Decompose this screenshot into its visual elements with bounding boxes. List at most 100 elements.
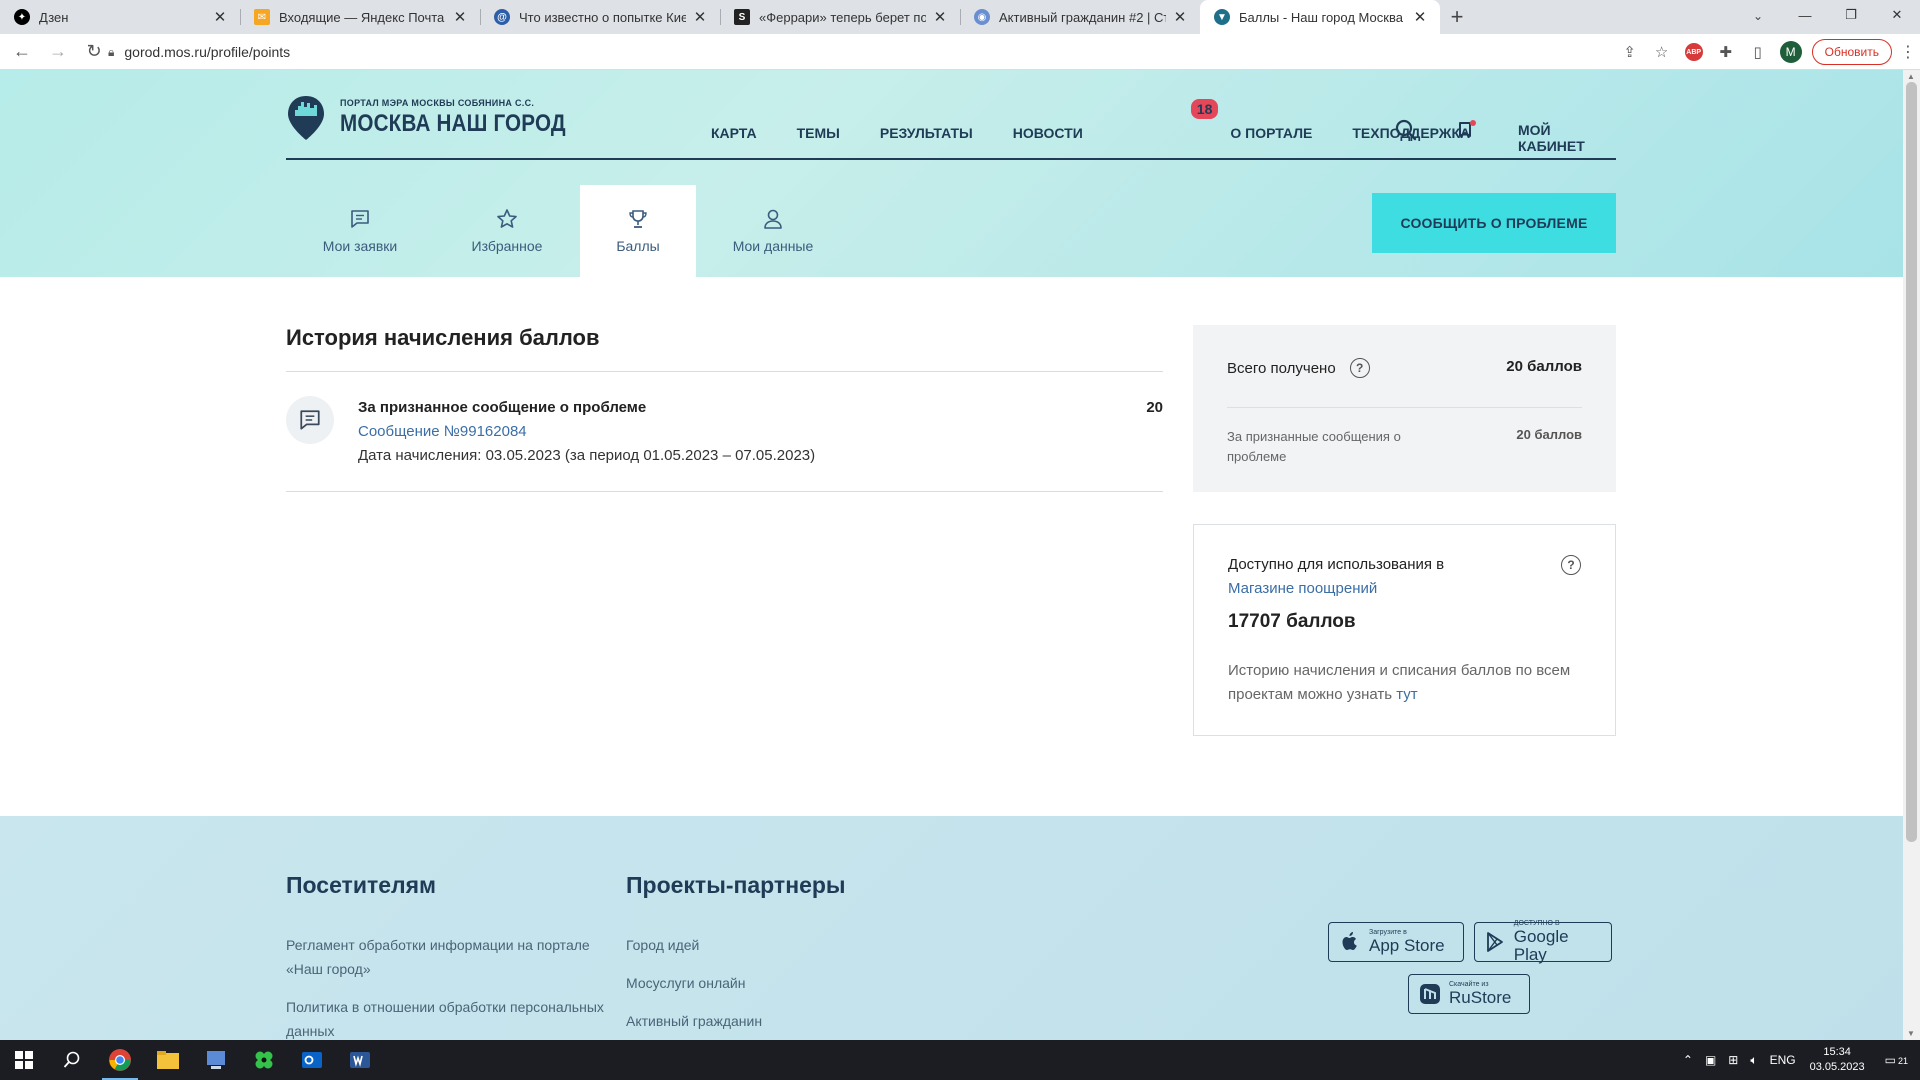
browser-tab-dzen[interactable]: ✦ Дзен ✕: [0, 0, 240, 34]
extensions-icon[interactable]: ✚: [1710, 38, 1742, 66]
total-received-label: Всего получено ?: [1227, 358, 1370, 378]
side-panel-icon[interactable]: ▯: [1742, 38, 1774, 66]
share-icon[interactable]: ⇪: [1614, 38, 1646, 66]
browser-tab-news[interactable]: @ Что известно о попытке Киева у ✕: [480, 0, 720, 34]
taskbar-search-icon[interactable]: [48, 1040, 96, 1080]
close-icon[interactable]: ✕: [932, 8, 948, 26]
file-explorer-icon[interactable]: [144, 1040, 192, 1080]
new-tab-button[interactable]: +: [1440, 0, 1474, 34]
profile-avatar[interactable]: M: [1779, 41, 1802, 63]
points-history: История начисления баллов За признанное …: [286, 325, 1163, 492]
google-play-badge[interactable]: ДОСТУПНО В Google Play: [1474, 920, 1612, 964]
menu-icon[interactable]: ⋮: [1896, 42, 1920, 62]
footer-link[interactable]: Политика в отношении обработки персональ…: [286, 995, 606, 1040]
nav-about[interactable]: О ПОРТАЛЕ: [1230, 125, 1312, 141]
tab-my-requests[interactable]: Мои заявки: [286, 185, 434, 277]
language-indicator[interactable]: ENG: [1770, 1053, 1796, 1067]
clover-app-icon[interactable]: [240, 1040, 288, 1080]
site-header: ПОРТАЛ МЭРА МОСКВЫ СОБЯНИНА С.С. МОСКВА …: [286, 70, 1616, 160]
total-received-value: 20 баллов: [1506, 358, 1582, 375]
page-viewport: ПОРТАЛ МЭРА МОСКВЫ СОБЯНИНА С.С. МОСКВА …: [0, 70, 1903, 1040]
notifications-center-icon[interactable]: ▭ 21: [1885, 1053, 1914, 1067]
network-icon[interactable]: ⊞: [1728, 1053, 1738, 1067]
close-icon[interactable]: ✕: [1412, 8, 1428, 26]
dzen-icon: ✦: [14, 9, 30, 25]
help-icon[interactable]: ?: [1561, 555, 1581, 575]
chrome-icon[interactable]: [96, 1040, 144, 1080]
rewards-shop-link[interactable]: Магазине поощрений: [1228, 580, 1377, 597]
entry-points: 20: [1146, 399, 1163, 416]
footer-link[interactable]: Активный гражданин: [626, 1009, 946, 1033]
bookmark-star-icon[interactable]: ☆: [1646, 38, 1678, 66]
lock-icon[interactable]: 🔒︎: [108, 45, 114, 60]
reload-icon[interactable]: ↻: [80, 38, 108, 66]
close-icon[interactable]: ✕: [1172, 8, 1188, 26]
tab-search-icon[interactable]: ⌄: [1746, 4, 1770, 28]
tab-my-data[interactable]: Мои данные: [696, 185, 850, 277]
nav-results[interactable]: РЕЗУЛЬТАТЫ: [880, 125, 973, 141]
help-icon[interactable]: ?: [1349, 358, 1370, 378]
scroll-thumb[interactable]: [1906, 82, 1917, 842]
browser-toolbar: ← → ↻ 🔒︎ gorod.mos.ru/profile/points ⇪ ☆…: [0, 34, 1920, 70]
rustore-icon: [1419, 983, 1441, 1005]
history-here-link[interactable]: тут: [1396, 686, 1417, 703]
search-icon[interactable]: [1394, 118, 1418, 142]
my-cabinet-link[interactable]: МОЙ КАБИНЕТ: [1518, 122, 1616, 154]
update-button[interactable]: Обновить: [1811, 39, 1892, 65]
app-store-badge[interactable]: Загрузите в App Store: [1328, 922, 1464, 962]
scroll-down-icon[interactable]: ▼: [1907, 1029, 1915, 1038]
address-bar[interactable]: 🔒︎ gorod.mos.ru/profile/points: [108, 38, 1668, 66]
forward-icon[interactable]: →: [44, 38, 72, 66]
toolbar-right: ⇪ ☆ ABP ✚ ▯ M Обновить ⋮: [1614, 38, 1920, 66]
system-tray: ⌃ ▣ ⊞ 🔈︎ ENG 15:34 03.05.2023 ▭ 21: [1677, 1040, 1920, 1080]
user-icon: [764, 209, 782, 229]
mail-icon: ✉: [254, 9, 270, 25]
nav-map[interactable]: КАРТА: [711, 125, 757, 141]
store-name: RuStore: [1449, 988, 1512, 1007]
adblock-icon[interactable]: ABP: [1678, 38, 1710, 66]
tab-title: Активный гражданин #2 | Стра: [999, 9, 1166, 25]
scroll-up-icon[interactable]: ▲: [1907, 72, 1915, 81]
close-icon[interactable]: ✕: [692, 8, 708, 26]
close-icon[interactable]: ✕: [212, 8, 228, 26]
minimize-icon[interactable]: —: [1782, 0, 1828, 30]
footer-link[interactable]: Мосуслуги онлайн: [626, 971, 946, 995]
tab-points[interactable]: Баллы: [580, 185, 696, 277]
tab-favorites[interactable]: Избранное: [434, 185, 580, 277]
volume-icon[interactable]: 🔈︎: [1750, 1053, 1757, 1068]
camera-icon[interactable]: ▣: [1705, 1053, 1716, 1067]
back-icon[interactable]: ←: [8, 38, 36, 66]
app-icon[interactable]: [192, 1040, 240, 1080]
close-window-icon[interactable]: ✕: [1874, 0, 1920, 30]
windows-start-icon[interactable]: [0, 1040, 48, 1080]
nav-topics[interactable]: ТЕМЫ: [797, 125, 840, 141]
word-icon[interactable]: [336, 1040, 384, 1080]
rustore-badge[interactable]: Скачайте из RuStore: [1408, 974, 1530, 1014]
report-problem-button[interactable]: СООБЩИТЬ О ПРОБЛЕМЕ: [1372, 193, 1616, 253]
tab-title: Дзен: [39, 9, 69, 25]
browser-tab-mail[interactable]: ✉ Входящие — Яндекс Почта ✕: [240, 0, 480, 34]
taskbar-clock[interactable]: 15:34 03.05.2023: [1810, 1045, 1865, 1075]
trophy-icon: [629, 210, 647, 228]
page-scrollbar[interactable]: ▲ ▼: [1903, 70, 1920, 1040]
outlook-icon[interactable]: [288, 1040, 336, 1080]
footer-link[interactable]: Регламент обработки информации на портал…: [286, 933, 606, 981]
browser-tab-ag[interactable]: ◉ Активный гражданин #2 | Стра ✕: [960, 0, 1200, 34]
main-nav: КАРТА ТЕМЫ РЕЗУЛЬТАТЫ НОВОСТИ 18 О ПОРТАЛ…: [711, 99, 1510, 141]
notif-count: 21: [1897, 1056, 1908, 1066]
footer-link[interactable]: Город идей: [626, 933, 946, 957]
entry-message-link[interactable]: Сообщение №99162084: [358, 423, 527, 440]
available-note: Историю начисления и списания баллов по …: [1228, 659, 1578, 707]
tab-label: Мои заявки: [322, 238, 398, 254]
apple-icon: [1339, 931, 1361, 953]
nav-news[interactable]: НОВОСТИ 18: [1013, 99, 1219, 141]
browser-tab-ferrari[interactable]: S «Феррари» теперь берет поуль ✕: [720, 0, 960, 34]
restore-icon[interactable]: ❐: [1828, 0, 1874, 30]
browser-tab-points[interactable]: ▼ Баллы - Наш город Москва ✕: [1200, 0, 1440, 34]
site-logo[interactable]: ПОРТАЛ МЭРА МОСКВЫ СОБЯНИНА С.С. МОСКВА …: [286, 94, 603, 142]
tab-title: «Феррари» теперь берет поуль: [759, 9, 926, 25]
notification-dot: [1470, 120, 1476, 126]
close-icon[interactable]: ✕: [452, 8, 468, 26]
notifications-icon[interactable]: [1454, 118, 1478, 142]
tray-expand-icon[interactable]: ⌃: [1683, 1053, 1693, 1067]
